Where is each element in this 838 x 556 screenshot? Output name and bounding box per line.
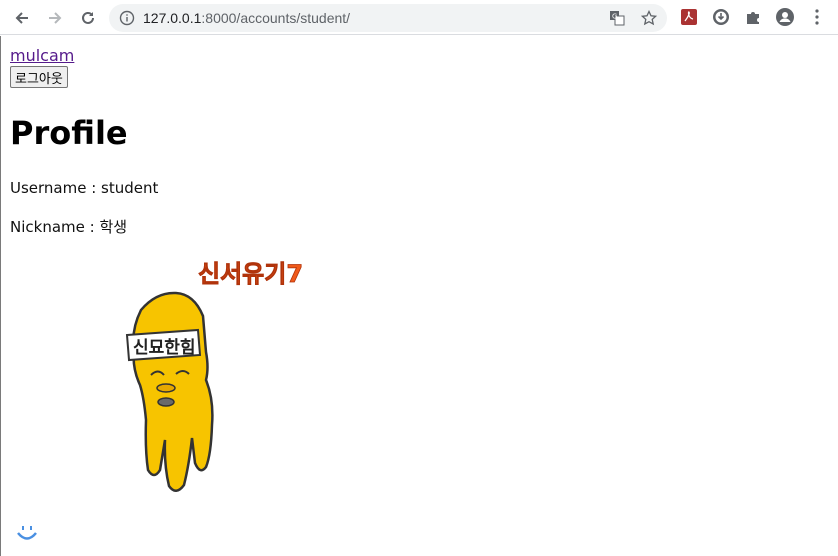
logo-text: 신서유기7 [198, 260, 303, 288]
smile-icon [17, 526, 37, 540]
url-text[interactable]: 127.0.0.1:8000/accounts/student/ [143, 10, 350, 26]
forward-icon[interactable] [43, 6, 67, 30]
home-link[interactable]: mulcam [10, 46, 74, 65]
headband-text: 신묘한힘 [133, 337, 196, 358]
pdf-extension-icon[interactable] [679, 7, 699, 27]
translate-icon[interactable]: G [609, 10, 625, 26]
url-path: :8000/accounts/student/ [201, 10, 351, 26]
menu-icon[interactable] [807, 7, 827, 27]
page-content: mulcam 로그아웃 Profile Username : student N… [0, 36, 838, 556]
info-icon[interactable] [119, 10, 135, 26]
url-host: 127.0.0.1 [143, 10, 202, 26]
address-bar[interactable]: 127.0.0.1:8000/accounts/student/ G [109, 4, 667, 32]
account-icon[interactable] [775, 7, 795, 27]
star-icon[interactable] [641, 10, 657, 26]
logout-button[interactable]: 로그아웃 [10, 66, 68, 88]
svg-text:G: G [612, 13, 617, 21]
back-icon[interactable] [10, 6, 34, 30]
browser-toolbar: 127.0.0.1:8000/accounts/student/ G [0, 0, 838, 35]
download-extension-icon[interactable] [711, 7, 731, 27]
page-title: Profile [10, 114, 128, 152]
puzzle-icon[interactable] [743, 7, 763, 27]
username-text: Username : student [10, 179, 159, 197]
nickname-text: Nickname : 학생 [10, 218, 128, 236]
profile-image: 신서유기7 신묘한힘 [125, 260, 303, 492]
reload-icon[interactable] [76, 6, 100, 30]
